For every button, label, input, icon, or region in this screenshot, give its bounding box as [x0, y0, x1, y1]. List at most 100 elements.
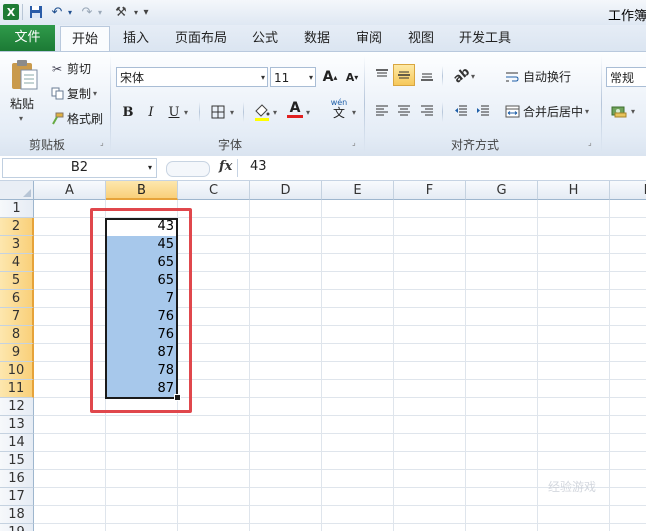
row-header-8[interactable]: 8 [0, 326, 34, 344]
row-header-18[interactable]: 18 [0, 506, 34, 524]
column-header-h[interactable]: H [538, 181, 610, 200]
align-top-button[interactable] [371, 64, 393, 86]
row-header-14[interactable]: 14 [0, 434, 34, 452]
tab-file[interactable]: 文件 [0, 25, 55, 51]
tab-formulas[interactable]: 公式 [243, 26, 287, 51]
paste-button[interactable]: 粘贴 [10, 95, 34, 112]
fill-handle[interactable] [174, 394, 181, 401]
row-header-2[interactable]: 2 [0, 218, 34, 236]
column-header-a[interactable]: A [34, 181, 106, 200]
format-painter-button[interactable]: 格式刷 [50, 110, 103, 127]
grow-font-button[interactable]: A ▴ [319, 66, 341, 88]
phonetic-dropdown-icon[interactable]: ▾ [352, 108, 356, 117]
shrink-font-button[interactable]: A ▾ [341, 66, 363, 88]
accounting-dropdown-icon[interactable]: ▾ [631, 107, 635, 116]
cell-b8[interactable]: 76 [106, 326, 177, 344]
underline-button[interactable]: U [163, 101, 185, 123]
borders-button[interactable] [207, 101, 229, 123]
fill-color-button[interactable] [251, 101, 273, 123]
tab-data[interactable]: 数据 [295, 26, 339, 51]
copy-dropdown-icon[interactable]: ▾ [93, 89, 97, 98]
font-color-dropdown-icon[interactable]: ▾ [306, 108, 310, 117]
cell-b6[interactable]: 7 [106, 290, 177, 308]
orientation-button[interactable]: ab [450, 64, 472, 86]
row-header-5[interactable]: 5 [0, 272, 34, 290]
cell-b9[interactable]: 87 [106, 344, 177, 362]
alignment-launcher-icon[interactable]: ⌟ [588, 139, 596, 147]
row-header-16[interactable]: 16 [0, 470, 34, 488]
borders-dropdown-icon[interactable]: ▾ [230, 108, 234, 117]
tab-view[interactable]: 视图 [399, 26, 443, 51]
font-size-select[interactable]: 11 ▾ [270, 67, 316, 87]
tools-icon[interactable]: ⚒ [112, 3, 130, 21]
underline-dropdown-icon[interactable]: ▾ [184, 108, 188, 117]
tab-home[interactable]: 开始 [60, 26, 110, 52]
save-icon[interactable] [28, 3, 44, 21]
tab-insert[interactable]: 插入 [114, 26, 158, 51]
row-header-9[interactable]: 9 [0, 344, 34, 362]
font-color-button[interactable]: A [284, 98, 306, 120]
cell-b2[interactable]: 43 [106, 218, 177, 236]
align-right-button[interactable] [416, 100, 438, 122]
row-header-11[interactable]: 11 [0, 380, 34, 398]
decrease-indent-button[interactable] [450, 100, 472, 122]
fill-color-dropdown-icon[interactable]: ▾ [273, 108, 277, 117]
tab-page-layout[interactable]: 页面布局 [168, 26, 234, 51]
undo-dropdown-icon[interactable]: ▾ [66, 3, 74, 21]
cell-b4[interactable]: 65 [106, 254, 177, 272]
formula-bar-resize-handle[interactable] [166, 161, 210, 177]
row-header-6[interactable]: 6 [0, 290, 34, 308]
insert-function-icon[interactable]: fx [219, 159, 232, 174]
row-header-13[interactable]: 13 [0, 416, 34, 434]
font-launcher-icon[interactable]: ⌟ [352, 139, 360, 147]
cell-b10[interactable]: 78 [106, 362, 177, 380]
bold-button[interactable]: B [117, 101, 139, 123]
row-header-10[interactable]: 10 [0, 362, 34, 380]
formula-input[interactable]: 43 [250, 159, 267, 174]
row-header-1[interactable]: 1 [0, 200, 34, 218]
phonetic-button[interactable]: wén 文 [326, 98, 352, 120]
merge-dropdown-icon[interactable]: ▾ [585, 107, 589, 116]
column-header-b[interactable]: B [106, 181, 178, 200]
row-header-17[interactable]: 17 [0, 488, 34, 506]
paste-icon[interactable] [6, 58, 42, 92]
row-header-12[interactable]: 12 [0, 398, 34, 416]
select-all-button[interactable] [0, 181, 34, 200]
name-box[interactable]: B2 ▾ [2, 158, 157, 178]
column-header-d[interactable]: D [250, 181, 322, 200]
orientation-dropdown-icon[interactable]: ▾ [471, 72, 475, 81]
row-header-7[interactable]: 7 [0, 308, 34, 326]
tools-dropdown-icon[interactable]: ▾ [132, 3, 140, 21]
wrap-text-button[interactable]: 自动换行 [504, 68, 571, 85]
align-middle-button[interactable] [393, 64, 415, 86]
row-header-19[interactable]: 19 [0, 524, 34, 531]
column-header-i[interactable]: I [610, 181, 646, 200]
row-header-3[interactable]: 3 [0, 236, 34, 254]
row-header-4[interactable]: 4 [0, 254, 34, 272]
tab-developer[interactable]: 开发工具 [452, 26, 518, 51]
italic-button[interactable]: I [140, 101, 162, 123]
tab-review[interactable]: 审阅 [347, 26, 391, 51]
align-center-button[interactable] [393, 100, 415, 122]
redo-icon[interactable]: ↷ [80, 3, 94, 21]
cell-b11[interactable]: 87 [106, 380, 177, 398]
cut-button[interactable]: ✂ 剪切 [50, 60, 91, 77]
column-header-e[interactable]: E [322, 181, 394, 200]
cell-b7[interactable]: 76 [106, 308, 177, 326]
column-header-g[interactable]: G [466, 181, 538, 200]
copy-button[interactable]: 复制 ▾ [50, 85, 97, 102]
row-header-15[interactable]: 15 [0, 452, 34, 470]
accounting-format-button[interactable] [608, 100, 630, 122]
paste-dropdown-icon[interactable]: ▾ [19, 114, 23, 123]
font-name-select[interactable]: 宋体 ▾ [116, 67, 268, 87]
align-bottom-button[interactable] [416, 64, 438, 86]
cell-b5[interactable]: 65 [106, 272, 177, 290]
customize-toolbar-icon[interactable]: ▾ [142, 3, 150, 21]
align-left-button[interactable] [371, 100, 393, 122]
cell-b3[interactable]: 45 [106, 236, 177, 254]
undo-icon[interactable]: ↶ [50, 3, 64, 21]
number-format-select[interactable]: 常规 [606, 67, 646, 87]
column-header-c[interactable]: C [178, 181, 250, 200]
increase-indent-button[interactable] [472, 100, 494, 122]
column-header-f[interactable]: F [394, 181, 466, 200]
